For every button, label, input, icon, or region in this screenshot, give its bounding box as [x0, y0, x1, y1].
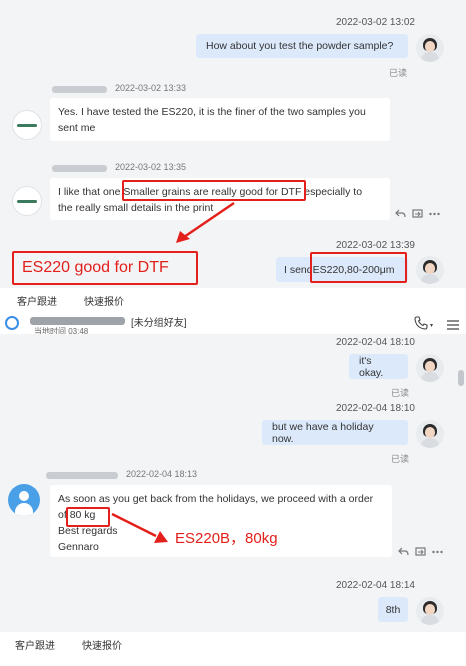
- timestamp: 2022-02-04 18:10: [336, 337, 415, 348]
- sender-name-redacted: [46, 472, 118, 479]
- highlight-box: [310, 252, 407, 283]
- avatar[interactable]: [416, 256, 444, 284]
- message-actions: [398, 546, 443, 557]
- customer-followup-button[interactable]: 客户跟进: [17, 293, 57, 308]
- phone-icon[interactable]: [414, 316, 428, 335]
- message-text-line: sent me: [58, 122, 96, 134]
- message-text: I like that one: [58, 186, 124, 198]
- annotation-text: ES220 good for DTF: [22, 259, 169, 276]
- read-status: 已读: [391, 454, 410, 464]
- avatar[interactable]: [12, 110, 42, 140]
- message-text-line: Yes. I have tested the ES220, it is the …: [58, 106, 366, 118]
- read-status: 已读: [391, 388, 410, 398]
- avatar[interactable]: [12, 186, 42, 216]
- chat-panel-bottom: 2022-02-04 18:10 it's okay. 已读 2022-02-0…: [0, 334, 466, 632]
- message-bubble-outgoing[interactable]: 8th: [378, 597, 408, 622]
- sender-name-redacted: [52, 165, 107, 172]
- scrollbar-thumb[interactable]: [458, 370, 464, 386]
- timestamp: 2022-03-02 13:33: [115, 83, 187, 93]
- more-icon[interactable]: [432, 546, 443, 557]
- contact-name-redacted: [30, 317, 125, 325]
- avatar[interactable]: [8, 484, 40, 516]
- avatar[interactable]: [416, 34, 444, 62]
- annotation-box: ES220 good for DTF: [12, 251, 198, 285]
- read-status: 已读: [389, 68, 408, 78]
- message-text: especially to: [301, 186, 363, 198]
- timestamp: 2022-03-02 13:35: [115, 162, 187, 172]
- annotation-arrow: [176, 201, 235, 243]
- quick-quote-button[interactable]: 快速报价: [84, 293, 124, 308]
- menu-icon[interactable]: [447, 317, 459, 335]
- chat-panel-top: 2022-03-02 13:02 How about you test the …: [0, 0, 466, 288]
- chat-header: [未分组好友] 当地时间 03:48 ▾: [0, 313, 466, 336]
- bottom-toolbar: 客户跟进 快速报价: [0, 632, 466, 666]
- message-bubble-incoming[interactable]: Yes. I have tested the ES220, it is the …: [50, 98, 390, 141]
- contact-avatar[interactable]: [5, 316, 19, 330]
- message-bubble-outgoing[interactable]: but we have a holiday now.: [262, 420, 408, 445]
- highlight-box: [122, 180, 306, 201]
- timestamp: 2022-02-04 18:10: [336, 403, 415, 414]
- message-bubble-outgoing[interactable]: it's okay.: [349, 354, 408, 379]
- timestamp: 2022-02-04 18:14: [336, 580, 415, 591]
- message-text-line: As soon as you get back from the holiday…: [58, 493, 374, 505]
- reply-icon[interactable]: [395, 208, 406, 219]
- sender-name-redacted: [52, 86, 107, 93]
- timestamp: 2022-03-02 13:39: [336, 240, 415, 251]
- chevron-down-icon[interactable]: ▾: [430, 322, 433, 329]
- avatar[interactable]: [416, 597, 444, 625]
- more-icon[interactable]: [429, 208, 440, 219]
- reply-icon[interactable]: [398, 546, 409, 557]
- forward-icon[interactable]: [415, 546, 426, 557]
- timestamp: 2022-03-02 13:02: [336, 17, 415, 28]
- message-bubble-outgoing[interactable]: How about you test the powder sample?: [196, 34, 408, 58]
- annotation-text: ES220B，80kg: [175, 530, 278, 547]
- annotation-arrow: [111, 512, 168, 543]
- forward-icon[interactable]: [412, 208, 423, 219]
- contact-group-tag: [未分组好友]: [131, 318, 187, 329]
- highlight-box: [66, 507, 110, 527]
- quick-quote-button[interactable]: 快速报价: [82, 637, 122, 652]
- avatar[interactable]: [416, 354, 444, 382]
- timestamp: 2022-02-04 18:13: [126, 469, 198, 479]
- bottom-toolbar: 客户跟进 快速报价: [0, 288, 466, 313]
- avatar[interactable]: [416, 420, 444, 448]
- customer-followup-button[interactable]: 客户跟进: [15, 637, 55, 652]
- message-text: I send: [284, 263, 313, 276]
- message-actions: [395, 208, 440, 219]
